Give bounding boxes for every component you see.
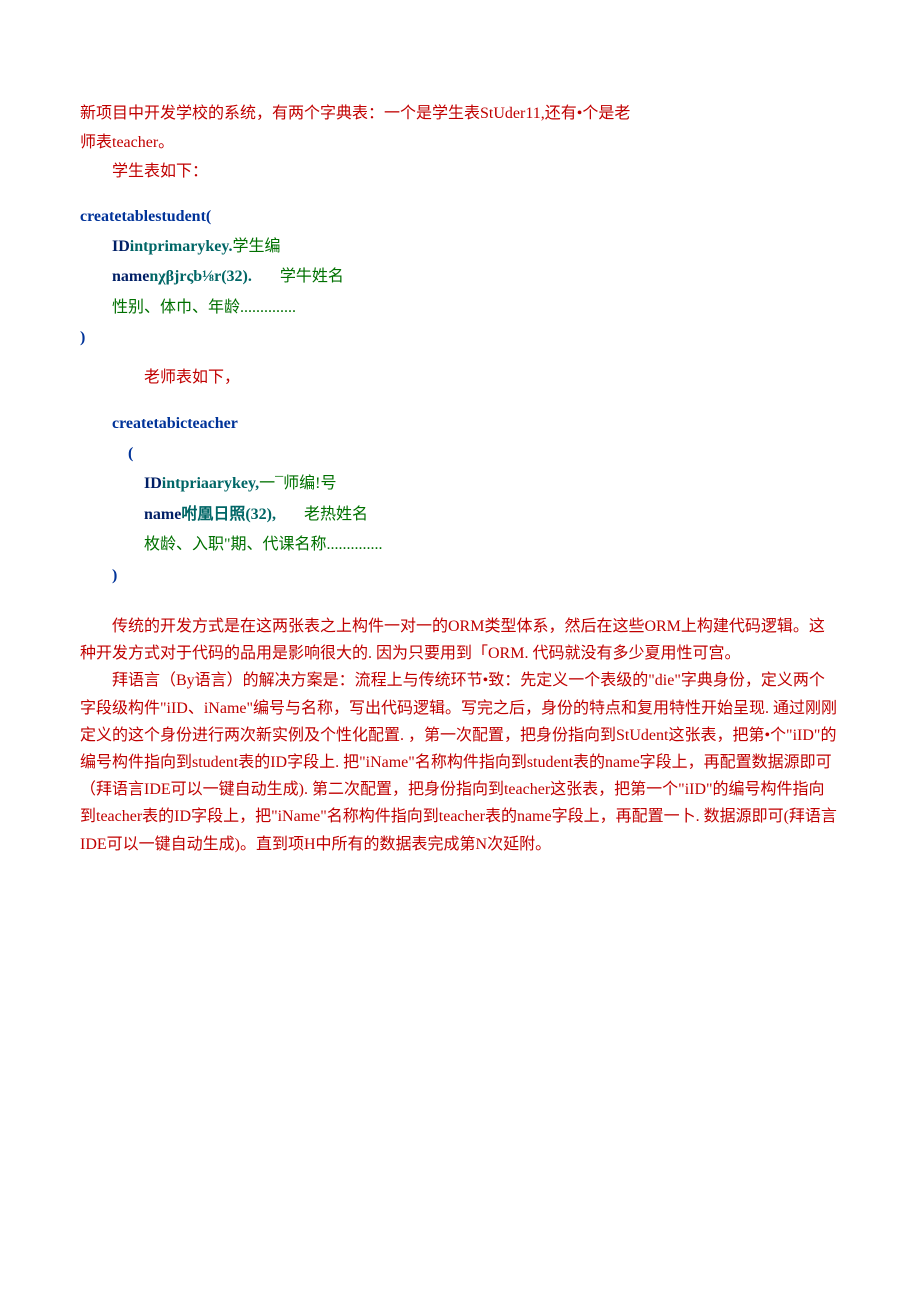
intro-line1a: 新项目中开发学校的系统，有两个字典表：一个是学生表StUder11,还有•个是老 (80, 100, 840, 127)
para1-text: 传统的开发方式是在这两张表之上构件一对一的ORM类型体系，然后在这些ORM上构建… (80, 613, 840, 667)
table-name-student: student( (155, 208, 211, 225)
field-id-2: ID (144, 475, 162, 492)
type-name: nχβjrςb⅛r(32). (149, 268, 252, 285)
etc-teacher: 枚龄、入职"期、代课名称.............. (144, 536, 383, 553)
paragraph-2: 拜语言（By语言）的解决方案是：流程上与传统环节•致：先定义一个表级的"die"… (80, 667, 840, 857)
open-paren-teacher: ( (112, 439, 840, 469)
field-name: name (112, 268, 149, 285)
comment-student-id: 学生编 (232, 238, 280, 255)
comment-teacher-id: 一¯师编!号 (259, 475, 336, 492)
create-keyword-2: createtabic (112, 415, 187, 432)
sql-block-student: createtablestudent( IDintprimarykey.学生编 … (80, 202, 840, 354)
sql-block-teacher: createtabicteacher ( IDintpriaarykey,一¯师… (80, 409, 840, 591)
create-keyword: createtable (80, 208, 155, 225)
comment-teacher-name: 老热姓名 (304, 506, 368, 523)
document-page: 新项目中开发学校的系统，有两个字典表：一个是学生表StUder11,还有•个是老… (0, 0, 920, 1301)
type-id: intprimarykey. (130, 238, 233, 255)
type-id-2: intpriaarykey, (162, 475, 259, 492)
intro-line1b: 师表teacher。 (80, 129, 840, 156)
field-id: ID (112, 238, 130, 255)
table-name-teacher: teacher (187, 415, 238, 432)
type-name-2: 咐凰日照(32), (181, 506, 276, 523)
intro-line2: 学生表如下： (80, 158, 840, 185)
field-name-2: name (144, 506, 181, 523)
comment-student-name: 学牛姓名 (280, 268, 344, 285)
close-paren-teacher: ) (112, 561, 840, 591)
etc-student: 性别、体巾、年龄.............. (112, 299, 296, 316)
paragraph-1: 传统的开发方式是在这两张表之上构件一对一的ORM类型体系，然后在这些ORM上构建… (80, 613, 840, 667)
close-paren-student: ) (80, 323, 840, 353)
intro-line3: 老师表如下， (80, 364, 840, 391)
para2-text: 拜语言（By语言）的解决方案是：流程上与传统环节•致：先定义一个表级的"die"… (80, 667, 840, 857)
